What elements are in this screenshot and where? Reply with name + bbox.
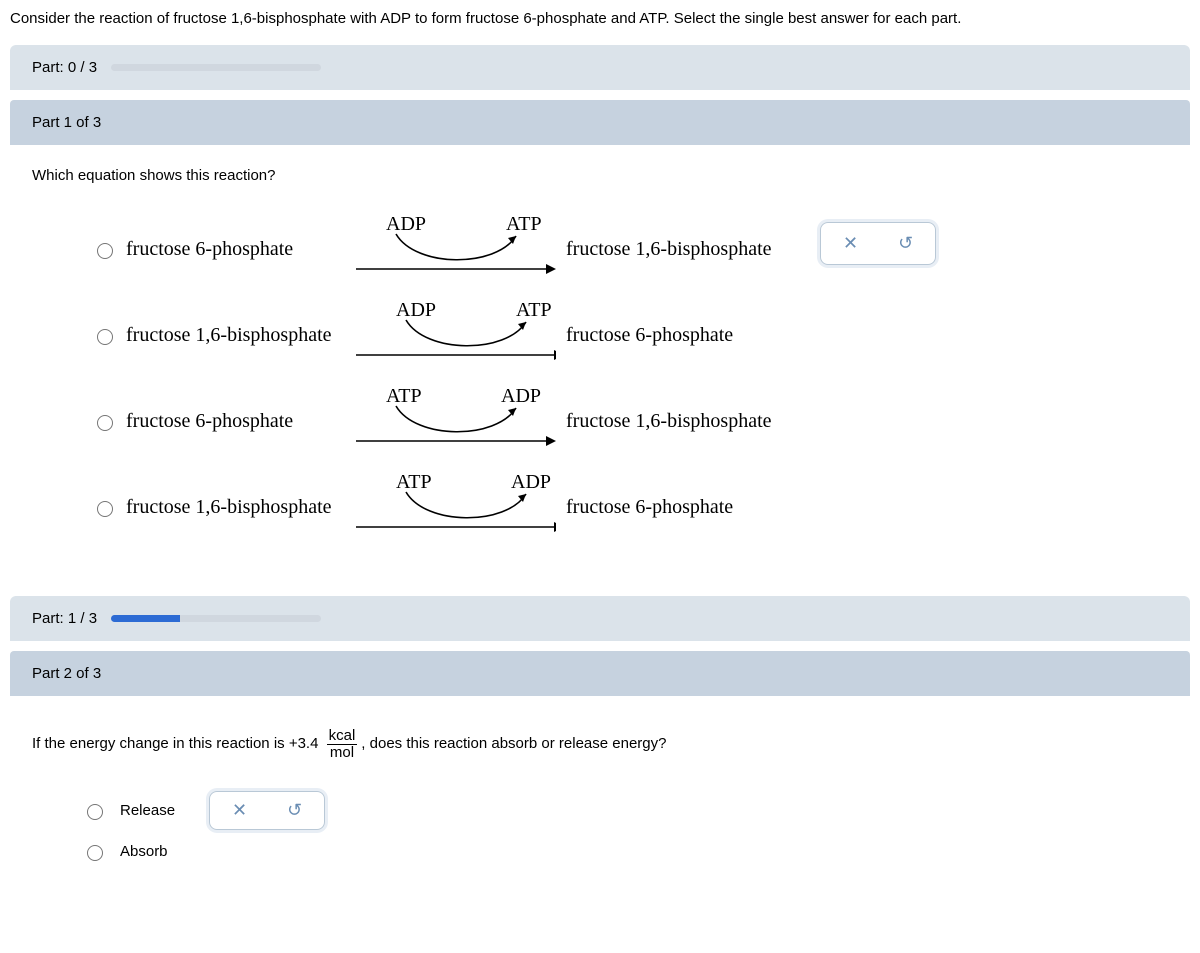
q-text-b: , does this reaction absorb or release e…	[361, 735, 666, 752]
reactant-left: fructose 1,6-bisphosphate	[126, 324, 356, 347]
reactant-left: fructose 6-phosphate	[126, 238, 356, 261]
choice-release-row[interactable]: Release ✕ ↺	[82, 791, 1168, 830]
part1-content: Which equation shows this reaction? fruc…	[10, 145, 1190, 580]
reactant-left: fructose 1,6-bisphosphate	[126, 496, 356, 519]
reactant-right: fructose 1,6-bisphosphate	[556, 238, 816, 261]
equation-option[interactable]: fructose 1,6-bisphosphate ATP ADP fructo…	[82, 464, 1168, 550]
undo-button[interactable]: ↺	[287, 800, 302, 821]
progress-track	[111, 64, 321, 71]
part-progress-1: Part: 1 / 3	[10, 596, 1190, 641]
radio-option-3[interactable]	[97, 415, 113, 431]
reactant-left: fructose 6-phosphate	[126, 410, 356, 433]
part1-header: Part 1 of 3	[10, 100, 1190, 145]
fraction-num: kcal	[327, 728, 358, 745]
answer-controls: ✕ ↺	[820, 222, 936, 265]
progress-label: Part: 0 / 3	[32, 59, 97, 76]
progress-label: Part: 1 / 3	[32, 610, 97, 627]
choice-absorb-row[interactable]: Absorb	[82, 842, 1168, 861]
radio-option-2[interactable]	[97, 329, 113, 345]
reactant-right: fructose 6-phosphate	[556, 496, 816, 519]
part1-question: Which equation shows this reaction?	[32, 167, 1168, 184]
svg-text:ADP: ADP	[511, 472, 551, 493]
part2-question: If the energy change in this reaction is…	[32, 728, 1168, 761]
fraction: kcal mol	[327, 728, 358, 761]
part2-content: If the energy change in this reaction is…	[10, 696, 1190, 903]
cofactor-out-label: ATP	[506, 214, 542, 235]
part2-header: Part 2 of 3	[10, 651, 1190, 696]
q-text-a: If the energy change in this reaction is…	[32, 735, 318, 752]
part-progress-0: Part: 0 / 3	[10, 45, 1190, 90]
question-intro: Consider the reaction of fructose 1,6-bi…	[0, 0, 1200, 45]
svg-text:ADP: ADP	[501, 386, 541, 407]
undo-button[interactable]: ↺	[898, 233, 913, 254]
progress-track	[111, 615, 321, 622]
clear-button[interactable]: ✕	[232, 800, 247, 821]
reaction-arrow: ADP ATP	[356, 300, 556, 370]
reaction-arrow: ATP ADP	[356, 472, 556, 542]
energy-choices: Release ✕ ↺ Absorb	[82, 791, 1168, 861]
reaction-arrow: ATP ADP	[356, 386, 556, 456]
clear-button[interactable]: ✕	[843, 233, 858, 254]
fraction-den: mol	[328, 745, 356, 761]
equation-option[interactable]: fructose 6-phosphate ADP ATP fructose 1,…	[82, 206, 1168, 292]
reaction-arrow: ADP ATP	[356, 214, 556, 284]
radio-option-1[interactable]	[97, 243, 113, 259]
equation-options: fructose 6-phosphate ADP ATP fructose 1,…	[82, 206, 1168, 550]
cofactor-in-label: ADP	[386, 214, 426, 235]
choice-release-label: Release	[120, 802, 175, 819]
radio-absorb[interactable]	[87, 845, 103, 861]
svg-text:ATP: ATP	[386, 386, 422, 407]
radio-release[interactable]	[87, 804, 103, 820]
svg-text:ATP: ATP	[516, 300, 552, 321]
answer-controls-2: ✕ ↺	[209, 791, 325, 830]
svg-text:ADP: ADP	[396, 300, 436, 321]
reactant-right: fructose 1,6-bisphosphate	[556, 410, 816, 433]
equation-option[interactable]: fructose 1,6-bisphosphate ADP ATP fructo…	[82, 292, 1168, 378]
choice-absorb-label: Absorb	[120, 843, 168, 860]
reactant-right: fructose 6-phosphate	[556, 324, 816, 347]
equation-option[interactable]: fructose 6-phosphate ATP ADP fructose 1,…	[82, 378, 1168, 464]
svg-text:ATP: ATP	[396, 472, 432, 493]
radio-option-4[interactable]	[97, 501, 113, 517]
